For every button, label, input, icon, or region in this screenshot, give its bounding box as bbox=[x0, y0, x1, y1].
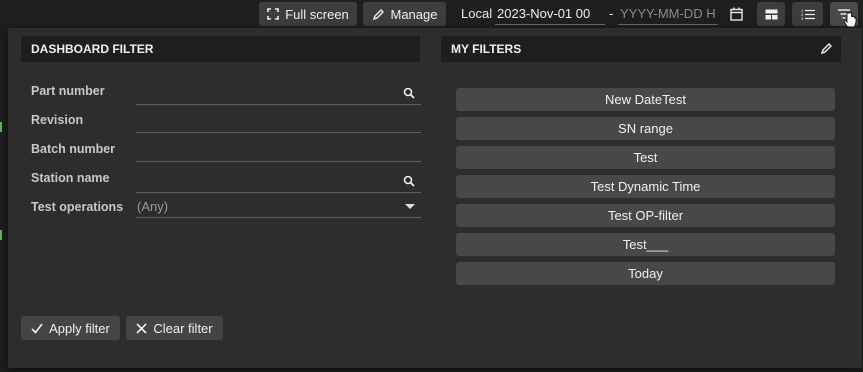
fullscreen-button[interactable]: Full screen bbox=[259, 2, 357, 26]
apply-filter-label: Apply filter bbox=[49, 320, 110, 336]
part-number-field[interactable] bbox=[136, 83, 421, 105]
saved-filter-today[interactable]: Today bbox=[456, 262, 835, 285]
top-toolbar: Full screen Manage Local - 1 2 3 bbox=[0, 0, 863, 28]
date-from-input[interactable] bbox=[495, 3, 605, 25]
saved-filter-test[interactable]: Test bbox=[456, 146, 835, 169]
station-name-field[interactable] bbox=[136, 171, 421, 193]
close-icon bbox=[136, 322, 147, 334]
revision-input[interactable] bbox=[136, 111, 421, 132]
fullscreen-icon bbox=[267, 8, 280, 20]
dashboard-filter-title: DASHBOARD FILTER bbox=[31, 42, 154, 56]
revision-field[interactable] bbox=[136, 111, 421, 133]
status-marker bbox=[0, 230, 2, 240]
date-separator: - bbox=[609, 6, 614, 21]
search-icon[interactable] bbox=[403, 87, 415, 99]
search-icon[interactable] bbox=[403, 175, 415, 187]
saved-filter-test-op-filter[interactable]: Test OP-filter bbox=[456, 204, 835, 227]
my-filters-header: MY FILTERS bbox=[441, 36, 841, 62]
pencil-icon bbox=[372, 8, 384, 20]
saved-filter-sn-range[interactable]: SN range bbox=[456, 117, 835, 140]
clear-filter-label: Clear filter bbox=[153, 320, 213, 336]
timezone-label: Local bbox=[461, 6, 493, 21]
revision-label: Revision bbox=[31, 113, 84, 127]
saved-filter-test-dynamic-time[interactable]: Test Dynamic Time bbox=[456, 175, 835, 198]
layout-button[interactable] bbox=[757, 2, 785, 26]
dashboard-filter-header: DASHBOARD FILTER bbox=[21, 36, 420, 62]
apply-filter-button[interactable]: Apply filter bbox=[21, 316, 120, 340]
status-marker bbox=[0, 122, 2, 132]
checkmark-icon bbox=[31, 323, 43, 334]
calendar-icon[interactable] bbox=[730, 7, 743, 21]
date-to-input[interactable] bbox=[618, 3, 718, 25]
manage-button[interactable]: Manage bbox=[363, 2, 446, 26]
station-name-label: Station name bbox=[31, 171, 110, 185]
saved-filter-new-datetest[interactable]: New DateTest bbox=[456, 88, 835, 111]
batch-number-input[interactable] bbox=[136, 140, 421, 161]
list-icon: 1 2 3 bbox=[801, 8, 815, 20]
part-number-input[interactable] bbox=[136, 83, 421, 104]
fullscreen-label: Full screen bbox=[285, 6, 349, 22]
my-filters-title: MY FILTERS bbox=[451, 42, 522, 56]
test-operations-label: Test operations bbox=[31, 200, 124, 214]
batch-number-field[interactable] bbox=[136, 140, 421, 162]
test-operations-value: (Any) bbox=[137, 199, 169, 214]
filter-panel: DASHBOARD FILTER Part number Revision Ba… bbox=[8, 28, 862, 368]
saved-filter-test-underscores[interactable]: Test___ bbox=[456, 233, 835, 256]
svg-text:3: 3 bbox=[801, 16, 804, 20]
test-operations-select[interactable]: (Any) bbox=[136, 196, 421, 218]
batch-number-label: Batch number bbox=[31, 142, 116, 156]
layout-icon bbox=[765, 9, 777, 19]
station-name-input[interactable] bbox=[136, 171, 421, 192]
clear-filter-button[interactable]: Clear filter bbox=[126, 316, 223, 340]
part-number-label: Part number bbox=[31, 84, 105, 98]
pencil-icon[interactable] bbox=[820, 42, 833, 55]
chevron-down-icon bbox=[405, 204, 415, 209]
ordered-list-button[interactable]: 1 2 3 bbox=[792, 2, 823, 26]
manage-label: Manage bbox=[390, 6, 438, 22]
